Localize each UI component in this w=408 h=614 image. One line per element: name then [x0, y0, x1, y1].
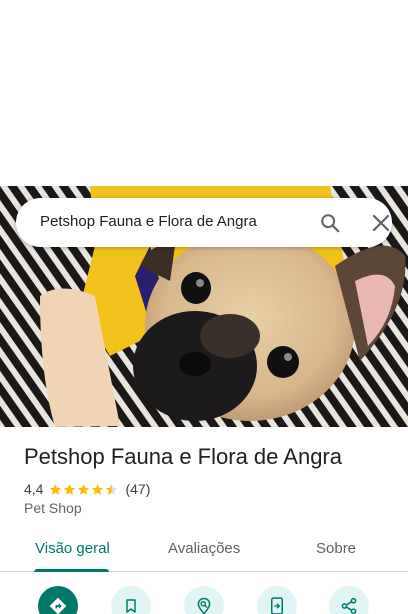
star-full-icon: [78, 483, 90, 495]
share-icon: [341, 597, 357, 614]
rating-value: 4,4: [24, 481, 44, 497]
map-blank-area: [0, 0, 408, 186]
active-tab-indicator: [34, 569, 109, 572]
save-bookmark-icon: [126, 599, 136, 613]
search-bar[interactable]: Petshop Fauna e Flora de Angra: [16, 198, 392, 247]
close-icon: [372, 214, 390, 232]
tab-reviews[interactable]: Avaliações: [168, 540, 240, 557]
send-to-phone-button[interactable]: [257, 586, 297, 614]
nearby-button[interactable]: [184, 586, 224, 614]
send-to-phone-icon: [271, 597, 283, 614]
search-input[interactable]: Petshop Fauna e Flora de Angra: [40, 213, 257, 230]
directions-button[interactable]: [38, 586, 78, 614]
place-category[interactable]: Pet Shop: [24, 500, 82, 516]
action-buttons-row: [0, 584, 408, 614]
close-button[interactable]: [367, 209, 395, 237]
star-full-icon: [50, 483, 62, 495]
rating-stars: [49, 483, 119, 496]
tab-about[interactable]: Sobre: [316, 540, 356, 557]
save-button[interactable]: [111, 586, 151, 614]
place-title: Petshop Fauna e Flora de Angra: [24, 444, 342, 469]
search-icon: [321, 214, 340, 233]
star-full-icon: [92, 483, 104, 495]
review-count[interactable]: (47): [125, 481, 150, 497]
tab-overview[interactable]: Visão geral: [35, 540, 110, 557]
star-full-icon: [64, 483, 76, 495]
star-half-icon: [106, 483, 118, 495]
search-button[interactable]: [316, 209, 344, 237]
place-tabs: Visão geral Avaliações Sobre: [0, 526, 408, 572]
directions-icon: [49, 597, 67, 614]
nearby-icon: [197, 597, 211, 614]
rating-row[interactable]: 4,4 (47): [24, 480, 150, 498]
share-button[interactable]: [329, 586, 369, 614]
